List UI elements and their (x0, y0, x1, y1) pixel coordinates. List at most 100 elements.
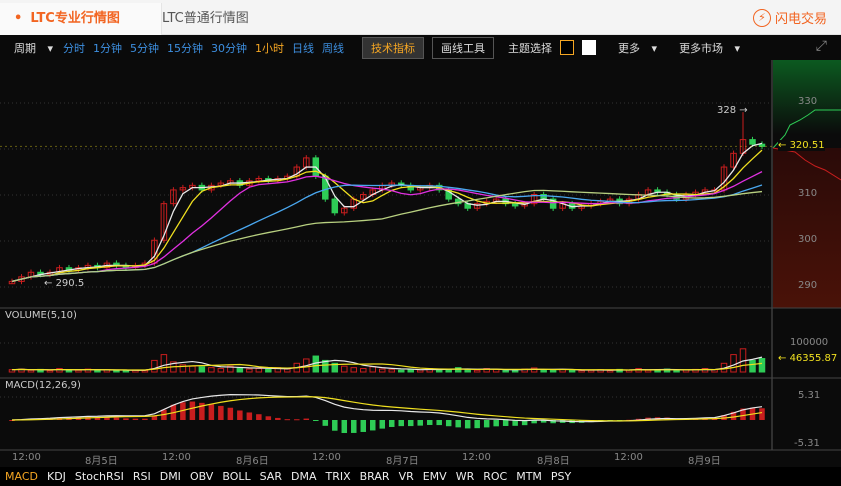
lightning-icon: ⚡ (752, 8, 771, 27)
macd-histogram-bar (256, 414, 262, 420)
kline-chart[interactable] (0, 60, 841, 467)
volume-bar (379, 368, 386, 373)
volume-ma-5 (11, 356, 763, 371)
macd-histogram-bar (227, 407, 234, 420)
x-label: 12:00 (462, 452, 491, 463)
volume-bar (578, 370, 585, 373)
volume-bar (350, 367, 358, 373)
volume-bar (217, 368, 225, 373)
x-label: 12:00 (614, 452, 643, 463)
interval-5min[interactable]: 5分钟 (130, 40, 159, 56)
volume-ma-10 (11, 362, 763, 371)
volume-bar (454, 367, 462, 373)
indicator-macd[interactable]: MACD (5, 470, 38, 483)
theme-dark-swatch[interactable] (560, 40, 575, 55)
high-value: 328 (717, 105, 737, 116)
candle-body (322, 175, 329, 200)
low-label: ← 290.5 (44, 278, 85, 289)
macd-axis-top: 5.31 (798, 390, 821, 401)
flash-trade-button[interactable]: ⚡ 闪电交易 (752, 8, 827, 27)
x-label: 8月5日 (85, 456, 118, 467)
indicator-boll[interactable]: BOLL (222, 470, 250, 483)
macd-histogram-bar (398, 420, 404, 427)
macd-dif-line (11, 394, 763, 423)
indicator-vr[interactable]: VR (399, 470, 414, 483)
indicator-dma[interactable]: DMA (291, 470, 317, 483)
indicator-sar[interactable]: SAR (260, 470, 282, 483)
draw-tool-button[interactable]: 画线工具 (432, 36, 495, 59)
interval-day[interactable]: 日线 (292, 40, 314, 56)
period-dropdown[interactable]: 周期 ▾ (14, 40, 53, 56)
indicator-roc[interactable]: ROC (483, 470, 507, 483)
volume-bar (397, 369, 405, 373)
volume-bar (341, 365, 348, 373)
volume-bar (94, 370, 101, 373)
macd-histogram-bar (474, 420, 480, 429)
volume-bar (673, 370, 680, 373)
price-axis-330: 330 (798, 96, 818, 107)
volume-last-label: ← 46355.87 (778, 353, 838, 364)
tab-normal-chart[interactable]: LTC普通行情图 (148, 3, 263, 35)
volume-bar (360, 368, 367, 373)
volume-bar (284, 368, 291, 373)
indicator-emv[interactable]: EMV (423, 470, 447, 483)
macd-histogram-bar (218, 405, 224, 420)
volume-bar (189, 365, 196, 373)
fullscreen-icon[interactable]: ⤢ (816, 38, 827, 54)
more-market-dropdown[interactable]: 更多市场 ▾ (679, 40, 740, 56)
tab-pro-chart[interactable]: LTC专业行情图 (0, 3, 162, 35)
macd-histogram-bar (142, 418, 148, 420)
macd-histogram-bar (464, 420, 471, 429)
volume-bar (208, 367, 215, 373)
macd-histogram-bar (341, 420, 348, 434)
volume-bar (730, 354, 737, 373)
flash-trade-label: 闪电交易 (774, 12, 827, 27)
volume-bar (265, 368, 272, 373)
x-label: 12:00 (162, 452, 191, 463)
macd-histogram-bar (483, 420, 490, 428)
volume-bar (464, 369, 471, 373)
theme-light-swatch[interactable] (582, 40, 597, 55)
interval-1min[interactable]: 1分钟 (93, 40, 122, 56)
volume-bar (388, 369, 395, 373)
indicator-trix[interactable]: TRIX (325, 470, 350, 483)
macd-histogram-bar (360, 420, 367, 432)
more-dropdown[interactable]: 更多 ▾ (618, 40, 657, 56)
volume-bar (749, 359, 756, 373)
indicator-wr[interactable]: WR (456, 470, 475, 483)
tech-indicator-button[interactable]: 技术指标 (362, 36, 425, 59)
volume-bar (75, 369, 82, 373)
macd-histogram-bar (493, 420, 499, 427)
volume-bar (644, 369, 652, 373)
indicator-obv[interactable]: OBV (190, 470, 213, 483)
volume-title: VOLUME(5,10) (5, 310, 77, 321)
indicator-psy[interactable]: PSY (551, 470, 571, 483)
volume-bar (46, 370, 54, 373)
interval-1hour[interactable]: 1小时 (255, 40, 284, 56)
candle-body (511, 203, 519, 207)
volume-bar (255, 368, 263, 373)
ma-line-3 (11, 142, 763, 283)
volume-bar (369, 366, 377, 373)
price-axis-310: 310 (798, 188, 818, 199)
volume-last-value: 46355.87 (789, 353, 838, 364)
interval-15min[interactable]: 15分钟 (167, 40, 203, 56)
more-label: 更多 (618, 41, 641, 55)
interval-week[interactable]: 周线 (322, 40, 344, 56)
macd-histogram-bar (132, 418, 139, 420)
indicator-rsi[interactable]: RSI (133, 470, 151, 483)
indicator-kdj[interactable]: KDJ (47, 470, 66, 483)
interval-30min[interactable]: 30分钟 (211, 40, 247, 56)
interval-fenshi[interactable]: 分时 (63, 40, 85, 56)
indicator-mtm[interactable]: MTM (516, 470, 542, 483)
macd-histogram-bar (332, 420, 338, 431)
volume-bar (568, 369, 576, 373)
macd-dea-line (11, 396, 763, 422)
price-axis-300: 300 (798, 234, 818, 245)
indicator-dmi[interactable]: DMI (160, 470, 181, 483)
volume-bar (236, 367, 244, 373)
indicator-brar[interactable]: BRAR (360, 470, 390, 483)
volume-bar (198, 366, 206, 373)
indicator-stochrsi[interactable]: StochRSI (75, 470, 124, 483)
volume-bar (473, 369, 481, 373)
